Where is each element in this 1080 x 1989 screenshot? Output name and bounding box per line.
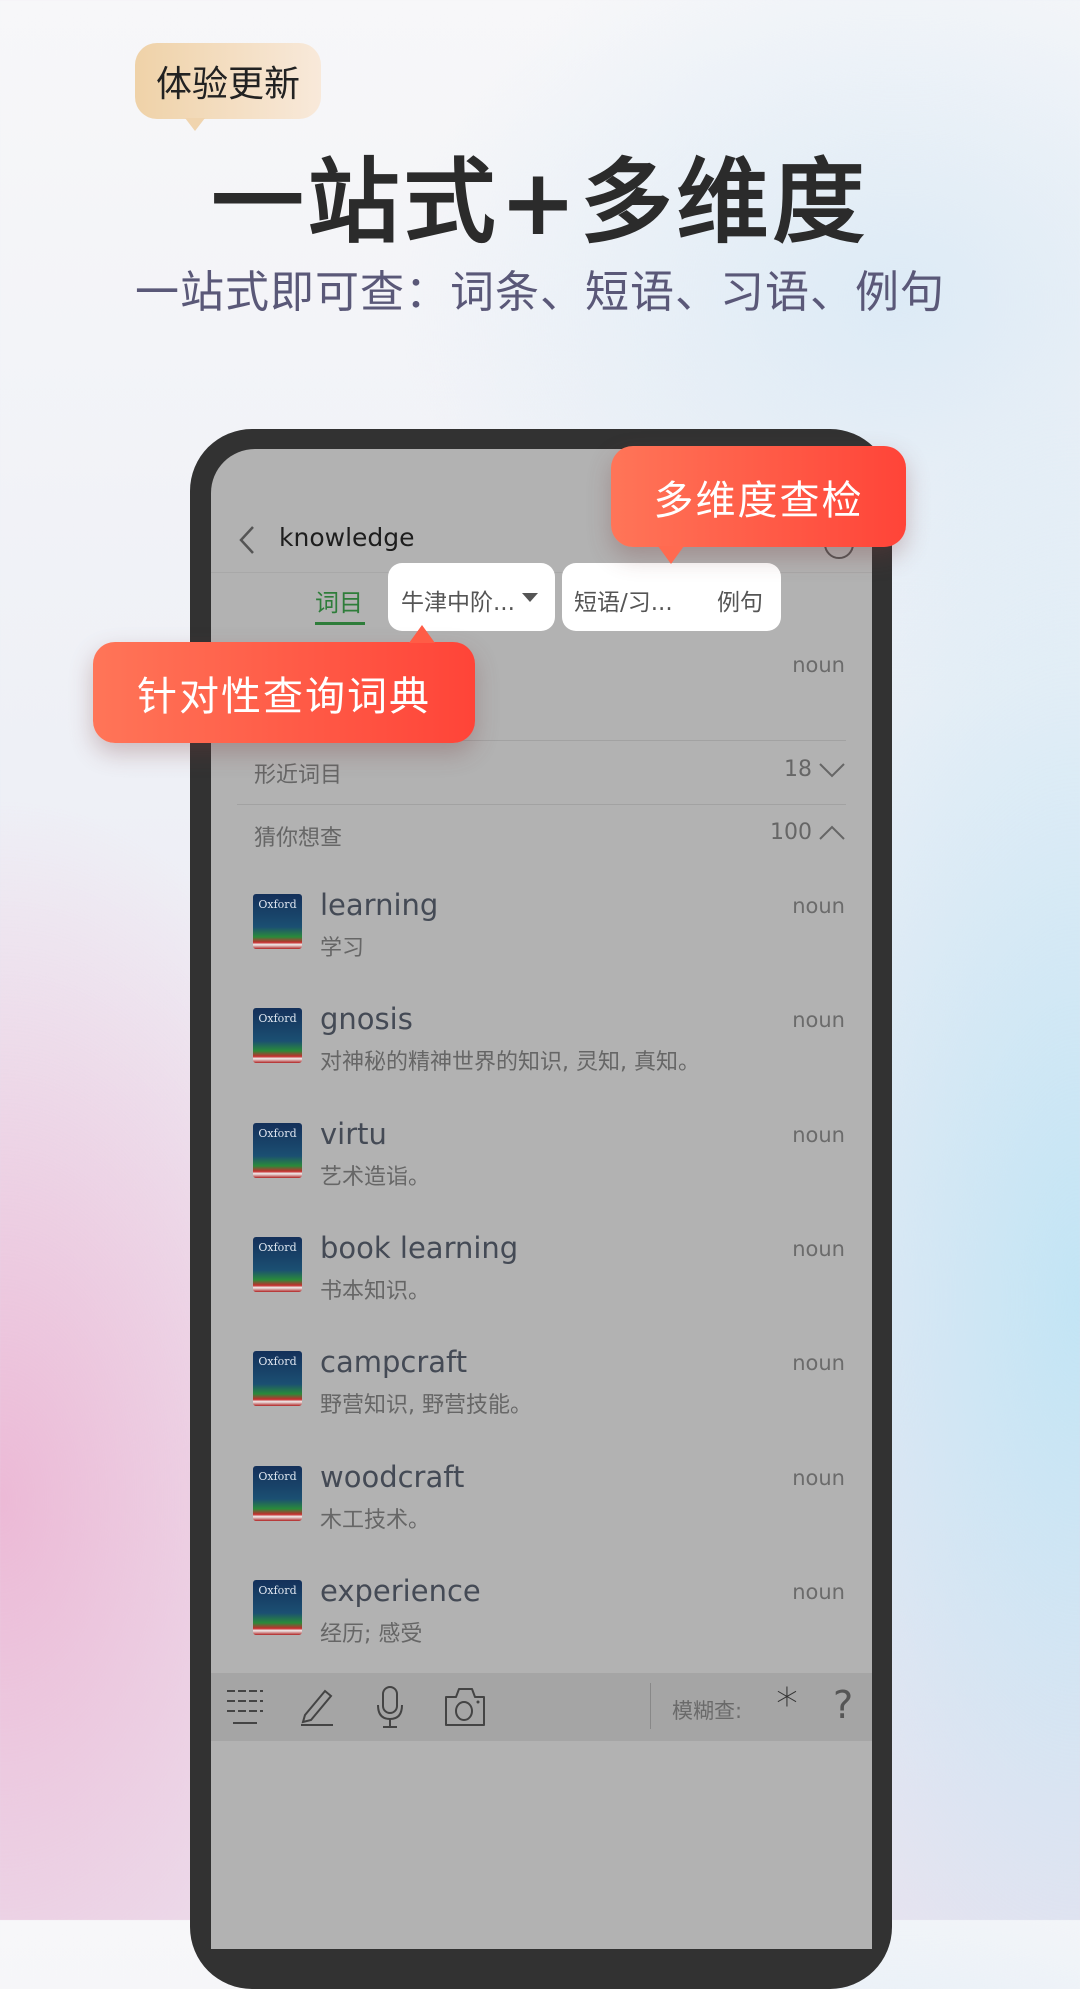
entry-pos: noun [792,894,845,918]
list-item[interactable]: Oxford virtu 艺术造诣。 noun [211,1117,872,1223]
guess-count: 100 [770,820,812,845]
callout-tail [409,625,435,643]
entry-word: campcraft [320,1345,468,1380]
oxford-dictionary-icon: Oxford [253,1008,302,1064]
entry-definition: 对神秘的精神世界的知识, 灵知, 真知。 [320,1050,700,1076]
callout-multi-dimension: 多维度查检 [611,446,906,547]
entry-pos: noun [792,1008,845,1033]
entry-word: experience [320,1573,481,1608]
microphone-icon[interactable] [375,1685,405,1729]
entry-pos: noun [792,1465,845,1490]
tab-entries[interactable]: 词目 [315,583,363,618]
entry-word: gnosis [320,1002,413,1037]
entry-pos: noun [792,1351,845,1376]
oxford-dictionary-icon: Oxford [253,1122,302,1178]
callout-text: 针对性查询词典 [137,673,431,720]
entry-definition: 经历; 感受 [320,1621,423,1647]
oxford-dictionary-icon: Oxford [253,1236,302,1292]
toolbar-divider [650,1683,651,1729]
promo-subtitle: 一站式即可查：词条、短语、习语、例句 [135,267,945,318]
update-badge: 体验更新 [135,43,321,131]
callout-targeted-dictionary: 针对性查询词典 [93,642,475,743]
back-icon[interactable] [237,525,259,555]
list-item[interactable]: Oxford gnosis 对神秘的精神世界的知识, 灵知, 真知。 noun [211,1002,872,1108]
phrases-examples-tabs: 短语/习... 例句 [562,563,781,631]
fuzzy-search-label: 模糊查: [672,1699,743,1723]
entry-pos: noun [792,1236,845,1261]
chevron-down-icon[interactable] [818,762,846,778]
divider [237,804,846,805]
entry-word: woodcraft [320,1459,465,1494]
tab-examples[interactable]: 例句 [717,583,763,617]
list-item[interactable]: Oxford campcraft 野营知识, 野营技能。 noun [211,1345,872,1451]
promo-title: 一站式+多维度 [211,148,869,256]
oxford-dictionary-icon: Oxford [253,1351,302,1407]
entry-definition: 野营知识, 野营技能。 [320,1393,532,1419]
camera-icon[interactable] [444,1685,486,1727]
guess-section-label[interactable]: 猜你想查 [254,820,342,852]
dictionary-select[interactable]: 牛津中阶... [388,563,555,631]
tab-phrases[interactable]: 短语/习... [574,583,673,617]
entry-pos: noun [792,653,845,677]
wildcard-button[interactable]: * [776,1679,798,1730]
help-button[interactable]: ? [833,1683,853,1727]
oxford-dictionary-icon: Oxford [253,894,302,949]
entry-definition: 木工技术。 [320,1507,431,1533]
list-item[interactable]: Oxford learning 学习 noun [211,888,872,994]
handwriting-pencil-icon[interactable] [299,1685,335,1727]
entry-pos: noun [792,1579,845,1604]
list-item[interactable]: Oxford experience 经历; 感受 noun [211,1574,872,1680]
dictionary-select-label: 牛津中阶... [401,590,515,616]
entry-word: learning [320,888,439,922]
keyboard-lines-icon[interactable] [227,1687,263,1727]
caret-down-icon [522,593,538,602]
entry-definition: 学习 [320,936,365,961]
input-toolbar: 模糊查: * ? [211,1673,872,1741]
callout-tail [658,546,684,564]
entry-definition: 艺术造诣。 [320,1164,431,1190]
tab-underline [315,622,365,625]
list-item[interactable]: Oxford woodcraft 木工技术。 noun [211,1460,872,1566]
callout-text: 多维度查检 [653,477,864,524]
oxford-dictionary-icon: Oxford [253,1465,302,1521]
entry-definition: 书本知识。 [320,1278,431,1304]
entry-word: virtu [320,1116,387,1151]
similar-count: 18 [784,757,812,782]
similar-section-label[interactable]: 形近词目 [254,757,342,789]
search-query[interactable]: knowledge [279,523,415,552]
entry-pos: noun [792,1122,845,1147]
list-item[interactable]: Oxford book learning 书本知识。 noun [211,1231,872,1337]
entry-word: book learning [320,1230,519,1265]
oxford-dictionary-icon: Oxford [253,1579,302,1635]
chevron-up-icon[interactable] [818,825,846,841]
